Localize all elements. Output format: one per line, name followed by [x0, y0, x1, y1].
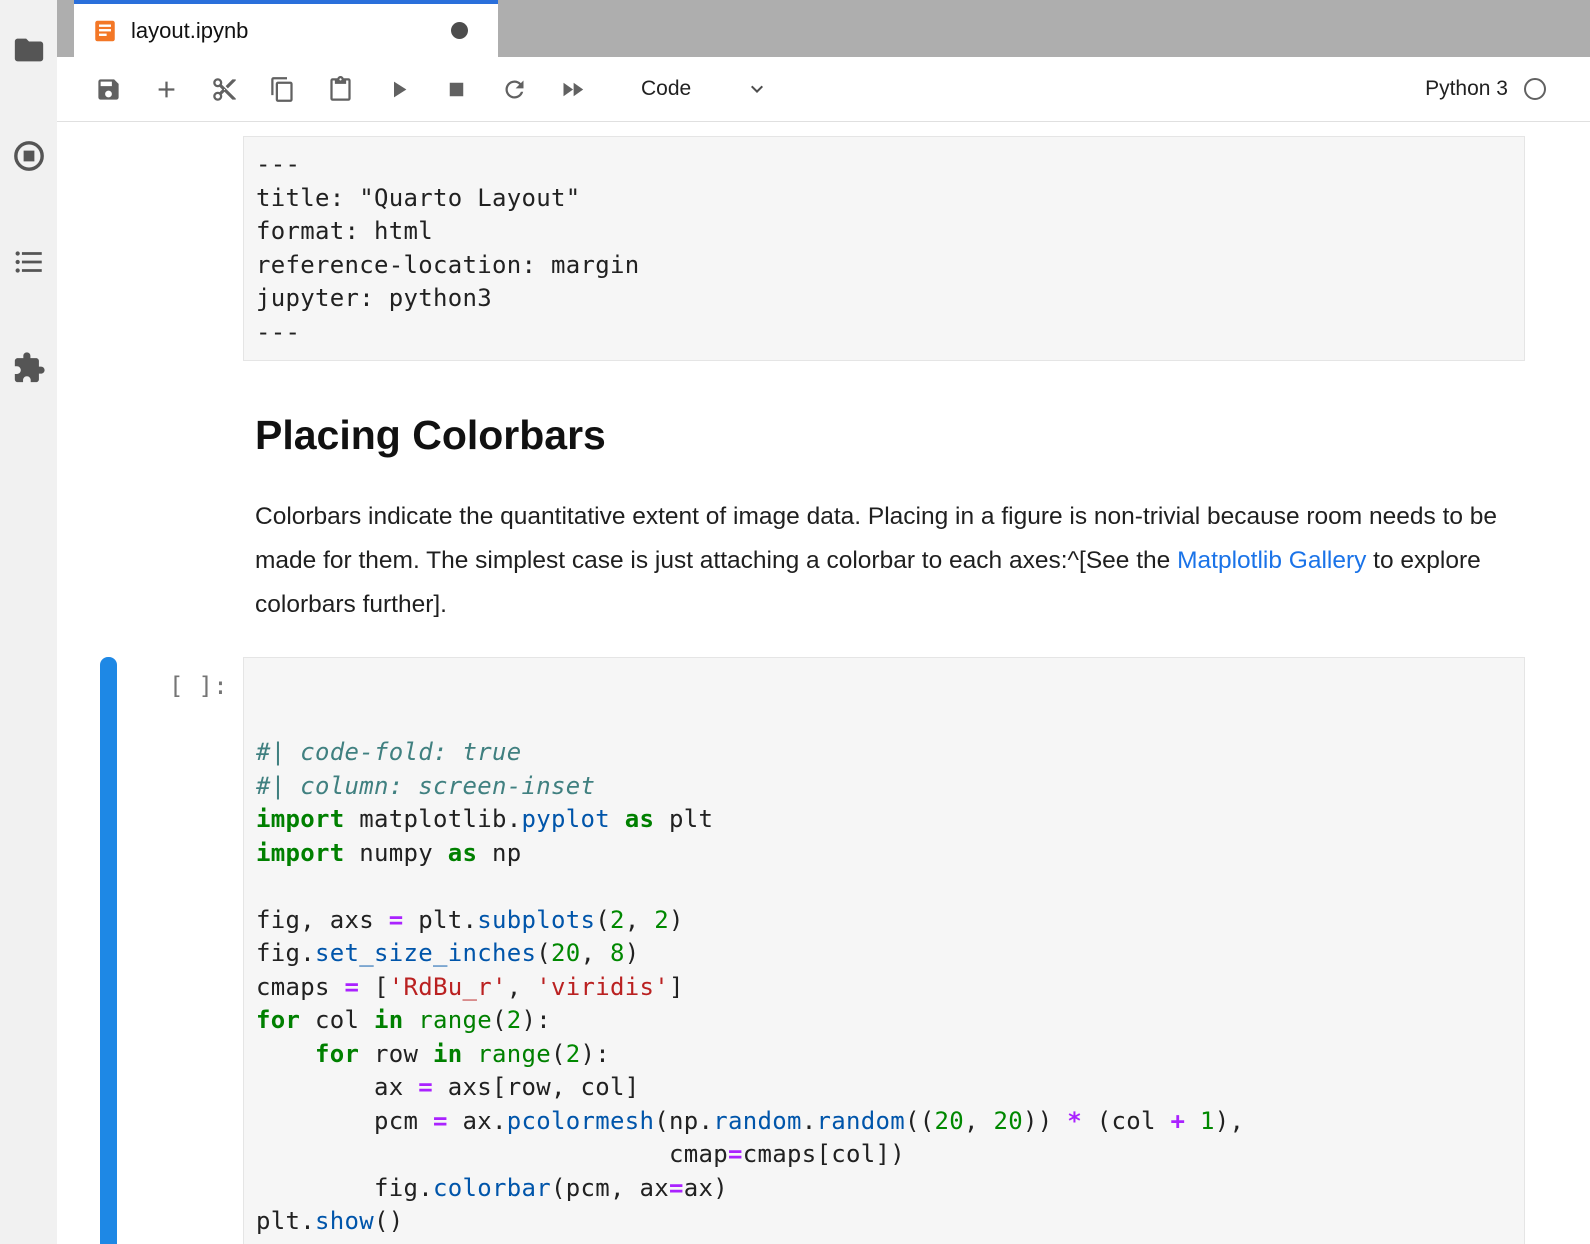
active-cell-collapser[interactable]	[100, 657, 117, 1244]
puzzle-icon	[12, 351, 46, 385]
fast-forward-icon	[559, 76, 586, 103]
running-icon	[12, 139, 46, 173]
left-activity-bar	[0, 0, 57, 1244]
input-prompt: [ ]:	[157, 670, 228, 704]
notebook-icon	[92, 18, 118, 44]
play-icon	[385, 76, 412, 103]
restart-run-all-button[interactable]	[555, 72, 589, 106]
interrupt-kernel-button[interactable]	[439, 72, 473, 106]
clipboard-icon	[327, 76, 354, 103]
save-icon	[95, 76, 122, 103]
matplotlib-gallery-link[interactable]: Matplotlib Gallery	[1177, 547, 1366, 574]
plus-icon	[153, 76, 180, 103]
unsaved-changes-indicator	[451, 22, 468, 39]
chevron-down-icon	[745, 77, 769, 101]
markdown-heading: Placing Colorbars	[255, 411, 1525, 459]
code-editor[interactable]: #| code-fold: true#| column: screen-inse…	[243, 657, 1525, 1244]
copy-icon	[269, 76, 296, 103]
cell-type-dropdown[interactable]: Code	[641, 77, 769, 101]
list-icon	[12, 245, 46, 279]
save-button[interactable]	[91, 72, 125, 106]
cell-type-value: Code	[641, 77, 691, 101]
code-cell: [ ]: #| code-fold: true#| column: screen…	[57, 657, 1525, 1244]
restart-kernel-button[interactable]	[497, 72, 531, 106]
kernel-indicator[interactable]: Python 3	[1425, 77, 1546, 101]
notebook-toolbar: Code Python 3	[57, 57, 1590, 122]
refresh-icon	[501, 76, 528, 103]
sidebar-tab-file-browser[interactable]	[12, 33, 46, 67]
kernel-status-icon	[1524, 78, 1546, 100]
raw-cell-content: ---title: "Quarto Layout"format: htmlref…	[256, 148, 1512, 349]
scissors-icon	[211, 76, 238, 103]
stop-icon	[443, 76, 470, 103]
sidebar-tab-table-of-contents[interactable]	[12, 245, 46, 279]
notebook-panel: ---title: "Quarto Layout"format: htmlref…	[57, 122, 1590, 1244]
insert-cell-button[interactable]	[149, 72, 183, 106]
sidebar-tab-running-kernels[interactable]	[12, 139, 46, 173]
tab-layout-ipynb[interactable]: layout.ipynb	[74, 0, 498, 57]
copy-cells-button[interactable]	[265, 72, 299, 106]
raw-cell[interactable]: ---title: "Quarto Layout"format: htmlref…	[243, 136, 1525, 361]
folder-icon	[12, 33, 46, 67]
paste-cells-button[interactable]	[323, 72, 357, 106]
markdown-cell: Placing Colorbars Colorbars indicate the…	[255, 411, 1525, 627]
tab-title: layout.ipynb	[131, 18, 438, 44]
markdown-paragraph: Colorbars indicate the quantitative exte…	[255, 495, 1525, 627]
cut-cells-button[interactable]	[207, 72, 241, 106]
dock-tab-bar: layout.ipynb	[57, 0, 1590, 57]
run-cell-button[interactable]	[381, 72, 415, 106]
code-cell-content: #| code-fold: true#| column: screen-inse…	[256, 736, 1512, 1239]
sidebar-tab-extensions[interactable]	[12, 351, 46, 385]
kernel-name: Python 3	[1425, 77, 1508, 101]
